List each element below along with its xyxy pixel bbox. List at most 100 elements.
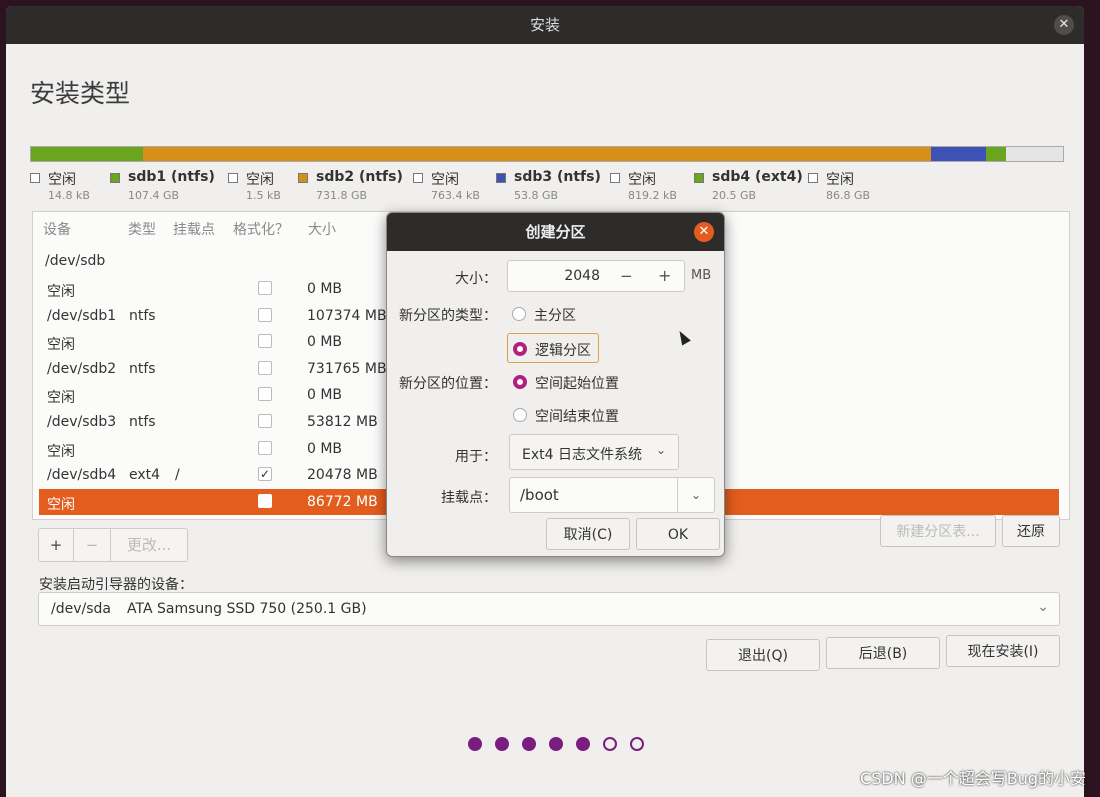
row-device: /dev/sdb2	[47, 360, 117, 377]
partition-tools: + − 更改...	[38, 528, 188, 562]
header-device[interactable]: 设备	[43, 219, 71, 239]
back-button[interactable]: 后退(B)	[826, 637, 940, 669]
remove-partition-button[interactable]: −	[74, 529, 111, 561]
format-checkbox[interactable]: ✓	[258, 467, 272, 482]
row-mount: /	[175, 467, 180, 484]
row-size: 0 MB	[307, 334, 343, 351]
row-size: 53812 MB	[307, 414, 378, 430]
header-format[interactable]: 格式化？	[233, 219, 289, 239]
page-title: 安装类型	[30, 79, 131, 108]
row-device: 空闲	[47, 337, 75, 354]
radio-circle-icon	[512, 307, 526, 321]
new-partition-table-button[interactable]: 新建分区表...	[880, 515, 996, 547]
format-checkbox[interactable]	[258, 387, 272, 402]
legend-swatch	[30, 173, 40, 183]
ok-button[interactable]: OK	[636, 518, 720, 550]
header-mount[interactable]: 挂载点	[173, 219, 215, 239]
radio-primary-label: 主分区	[534, 308, 576, 324]
partition-bar	[30, 146, 1064, 162]
legend-swatch	[808, 173, 818, 183]
mount-point-combo[interactable]: /boot ⌄	[509, 477, 715, 513]
dialog-title: 创建分区	[525, 223, 586, 241]
legend-size: 731.8 GB	[316, 189, 368, 202]
watermark: CSDN @一个超会写Bug的小安	[860, 769, 1086, 788]
dialog-titlebar: 创建分区 ✕	[387, 213, 724, 251]
progress-dots	[468, 737, 657, 751]
row-device: 空闲	[47, 284, 75, 300]
chevron-down-icon: ⌄	[1037, 599, 1049, 615]
install-now-button[interactable]: 现在安装(I)	[946, 635, 1060, 667]
filesystem-select[interactable]: Ext4 日志文件系统 ⌄	[509, 434, 679, 470]
row-size: 0 MB	[307, 281, 343, 297]
row-device: 空闲	[47, 496, 75, 513]
add-partition-button[interactable]: +	[39, 529, 74, 561]
partition-bar-segment	[143, 147, 931, 161]
legend-name: 空闲	[628, 172, 656, 188]
size-spinner[interactable]: 2048 − +	[507, 260, 685, 292]
format-checkbox[interactable]	[258, 360, 272, 375]
row-type: ntfs	[129, 360, 156, 377]
progress-dot	[468, 737, 482, 751]
progress-dot	[576, 737, 590, 751]
legend-size: 53.8 GB	[514, 189, 559, 202]
format-checkbox[interactable]	[258, 334, 272, 349]
format-checkbox[interactable]	[258, 440, 272, 455]
type-label: 新分区的类型：	[399, 308, 497, 324]
close-icon[interactable]: ✕	[1054, 15, 1074, 35]
row-type: ntfs	[129, 414, 156, 430]
row-device: 空闲	[47, 443, 75, 460]
format-checkbox[interactable]	[258, 281, 272, 295]
row-size: 0 MB	[307, 440, 343, 457]
mount-point-value[interactable]: /boot	[520, 486, 559, 504]
mount-label: 挂载点：	[441, 490, 497, 506]
legend-size: 20.5 GB	[712, 189, 757, 202]
radio-logical-label: 逻辑分区	[535, 343, 591, 359]
minus-icon[interactable]: −	[620, 267, 633, 285]
legend-size: 819.2 kB	[628, 189, 677, 202]
plus-icon[interactable]: +	[658, 266, 671, 285]
size-unit: MB	[691, 268, 712, 283]
header-type[interactable]: 类型	[128, 219, 156, 239]
radio-selected-icon	[513, 375, 527, 389]
revert-button[interactable]: 还原	[1002, 515, 1060, 547]
format-checkbox[interactable]	[258, 307, 272, 322]
header-size[interactable]: 大小	[308, 219, 336, 239]
row-device: /dev/sdb1	[47, 307, 117, 324]
partition-legend: 空闲 14.8 kB sdb1 (ntfs) 107.4 GB 空闲 1.5 kB sdb2…	[30, 169, 1070, 209]
partition-bar-segment	[930, 147, 986, 161]
partition-bar-segment	[45, 147, 144, 161]
legend-name: sdb2 (ntfs)	[316, 169, 403, 185]
legend-size: 1.5 kB	[246, 189, 281, 202]
legend-swatch	[694, 173, 704, 183]
format-checkbox[interactable]	[258, 414, 272, 428]
radio-end-label: 空间结束位置	[535, 409, 619, 425]
row-size: 0 MB	[307, 387, 343, 404]
legend-swatch	[496, 173, 506, 183]
change-partition-button[interactable]: 更改...	[111, 529, 187, 561]
legend-swatch	[228, 173, 238, 183]
close-icon[interactable]: ✕	[694, 222, 714, 242]
cancel-button[interactable]: 取消(C)	[546, 518, 630, 550]
radio-selected-icon	[513, 342, 527, 356]
chevron-down-icon[interactable]: ⌄	[677, 478, 714, 512]
progress-dot	[495, 737, 509, 751]
legend-size: 107.4 GB	[128, 189, 180, 202]
location-label: 新分区的位置：	[399, 376, 497, 392]
row-type: ntfs	[129, 307, 156, 324]
legend-swatch	[413, 173, 423, 183]
legend-size: 763.4 kB	[431, 189, 480, 202]
legend-swatch	[298, 173, 308, 183]
legend-swatch	[110, 173, 120, 183]
size-value[interactable]: 2048	[518, 268, 600, 284]
format-checkbox[interactable]	[258, 493, 272, 508]
legend-name: 空闲	[431, 172, 459, 188]
progress-dot	[630, 737, 644, 751]
row-device: 空闲	[47, 390, 75, 407]
radio-circle-icon	[513, 408, 527, 422]
create-partition-dialog: 创建分区 ✕ 大小： 2048 − + MB 新分区的类型： 主分区 逻辑分区 …	[386, 212, 725, 557]
quit-button[interactable]: 退出(Q)	[706, 639, 820, 671]
legend-name: sdb1 (ntfs)	[128, 169, 215, 185]
row-type: ext4	[129, 467, 161, 484]
boot-loader-select[interactable]: /dev/sda ATA Samsung SSD 750 (250.1 GB) …	[38, 592, 1060, 626]
boot-loader-label: 安装启动引导器的设备：	[39, 577, 193, 593]
